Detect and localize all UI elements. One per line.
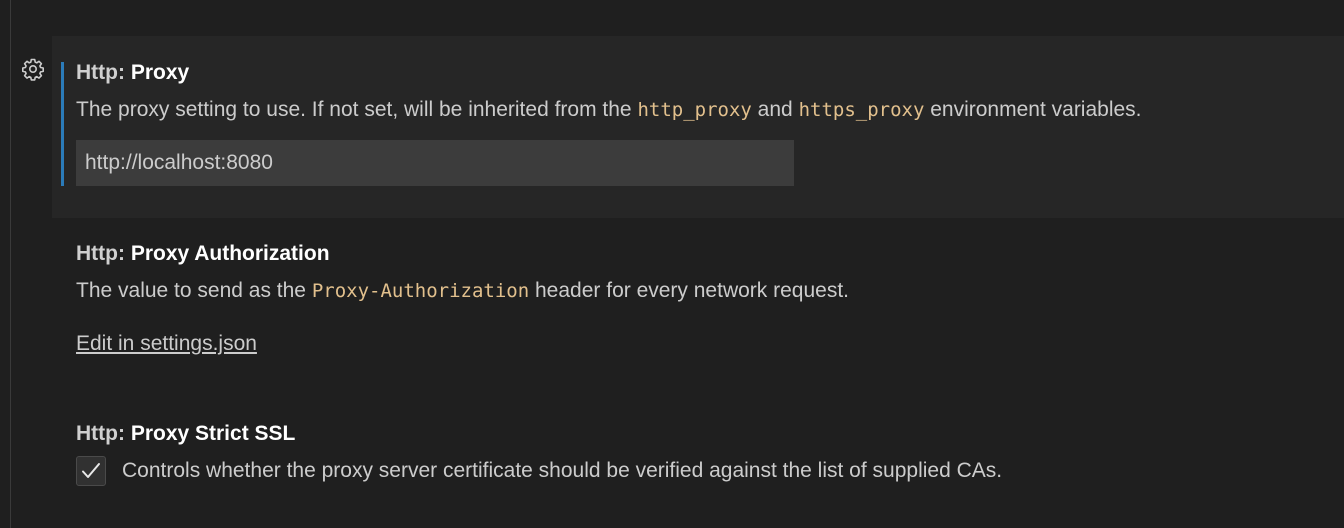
setting-http-proxy-authorization: Http: Proxy Authorization The value to s… [52,218,1344,368]
strict-ssl-checkbox[interactable] [76,456,106,486]
code-http-proxy: http_proxy [637,99,752,121]
setting-http-proxy: Http: Proxy The proxy setting to use. If… [52,36,1344,218]
setting-name: Proxy Strict SSL [130,422,296,445]
setting-category: Http: [76,61,131,84]
setting-name: Proxy Authorization [130,242,330,265]
description-text: and [751,98,799,121]
setting-title: Http: Proxy Authorization [76,241,330,267]
editor-left-border [10,0,11,528]
setting-category: Http: [76,422,131,445]
description-text: environment variables. [924,98,1142,121]
setting-name: Proxy [130,61,190,84]
setting-title: Http: Proxy Strict SSL [76,421,295,447]
description-text: The proxy setting to use. If not set, wi… [76,98,638,121]
setting-description: Controls whether the proxy server certif… [122,459,1003,482]
setting-description: The value to send as the Proxy-Authoriza… [76,278,849,304]
code-https-proxy: https_proxy [798,99,925,121]
edit-in-settings-json-link[interactable]: Edit in settings.json [76,331,257,357]
code-proxy-authorization: Proxy-Authorization [311,280,530,302]
description-text: The value to send as the [76,279,312,302]
description-text: header for every network request. [529,279,850,302]
setting-category: Http: [76,242,131,265]
setting-http-proxy-strict-ssl: Http: Proxy Strict SSL Controls whether … [52,398,1344,508]
focus-indicator [61,62,64,186]
proxy-input[interactable] [76,140,794,186]
setting-title: Http: Proxy [76,60,189,86]
checkmark-icon [82,463,100,478]
setting-description: The proxy setting to use. If not set, wi… [76,97,1142,123]
gear-icon[interactable] [21,57,45,81]
